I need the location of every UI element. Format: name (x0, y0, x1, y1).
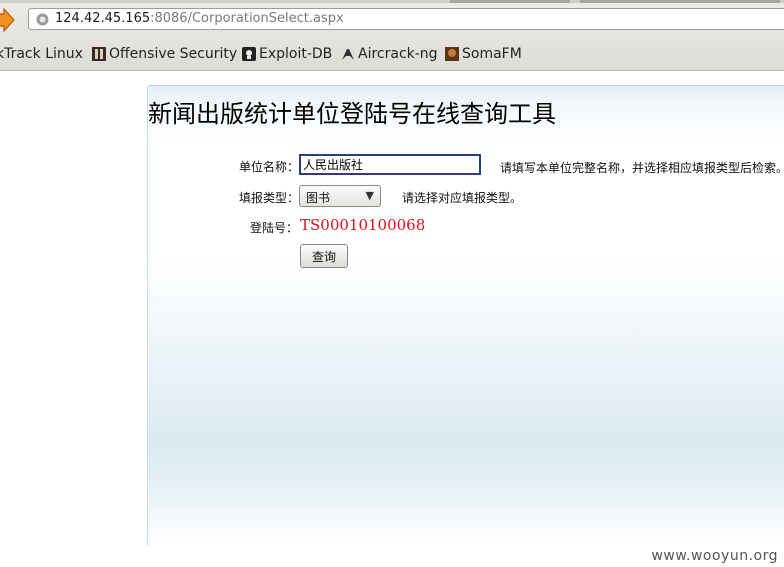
back-arrow-icon[interactable] (0, 7, 16, 33)
bookmark-label: Exploit-DB (259, 46, 333, 62)
login-number-label: 登陆号： (250, 221, 299, 235)
tab[interactable] (450, 0, 570, 3)
page-title: 新闻出版统计单位登陆号在线查询工具 (148, 100, 556, 128)
company-name-input[interactable] (299, 154, 481, 175)
company-name-label: 单位名称： (239, 160, 300, 174)
bookmark-label: Aircrack-ng (358, 46, 438, 62)
bookmark-offensive-security[interactable]: Offensive Security (91, 44, 237, 64)
browser-chrome: 124.42.45.165:8086/CorporationSelect.asp… (0, 0, 784, 71)
report-type-hint: 请选择对应填报类型。 (402, 191, 523, 205)
url-host: 124.42.45.165 (55, 11, 151, 26)
offensive-security-icon (92, 47, 106, 61)
report-type-value: 图书 (306, 191, 331, 205)
aircrack-icon (342, 49, 354, 60)
dropdown-arrow-icon: ▼ (365, 189, 374, 202)
report-type-select[interactable]: 图书 ▼ (299, 185, 381, 207)
bookmark-aircrack-ng[interactable]: Aircrack-ng (340, 44, 438, 64)
bookmark-label: kTrack Linux (0, 46, 83, 62)
somafm-icon (445, 47, 459, 61)
globe-icon (36, 13, 49, 26)
bookmark-somafm[interactable]: SomaFM (444, 44, 522, 64)
bookmark-backtrack-linux[interactable]: kTrack Linux (0, 44, 83, 64)
query-button[interactable]: 查询 (300, 244, 348, 268)
bookmark-label: Offensive Security (109, 46, 238, 62)
query-panel: 新闻出版统计单位登陆号在线查询工具 单位名称： 请填写本单位完整名称，并选择相应… (147, 85, 784, 546)
address-bar[interactable]: 124.42.45.165:8086/CorporationSelect.asp… (28, 8, 784, 30)
watermark: www.wooyun.org (651, 548, 778, 564)
url-text: 124.42.45.165:8086/CorporationSelect.asp… (55, 11, 344, 26)
bookmark-label: SomaFM (462, 46, 522, 62)
report-type-label: 填报类型： (239, 191, 300, 205)
url-path: :8086/CorporationSelect.aspx (150, 11, 344, 26)
company-name-hint: 请填写本单位完整名称，并选择相应填报类型后检索。 (500, 161, 784, 175)
login-number-value: TS00010100068 (300, 216, 426, 234)
bookmarks-toolbar: kTrack Linux Offensive Security Exploit-… (0, 40, 784, 66)
exploit-db-icon (242, 47, 256, 61)
tab[interactable] (580, 0, 780, 3)
bookmark-exploit-db[interactable]: Exploit-DB (241, 44, 332, 64)
